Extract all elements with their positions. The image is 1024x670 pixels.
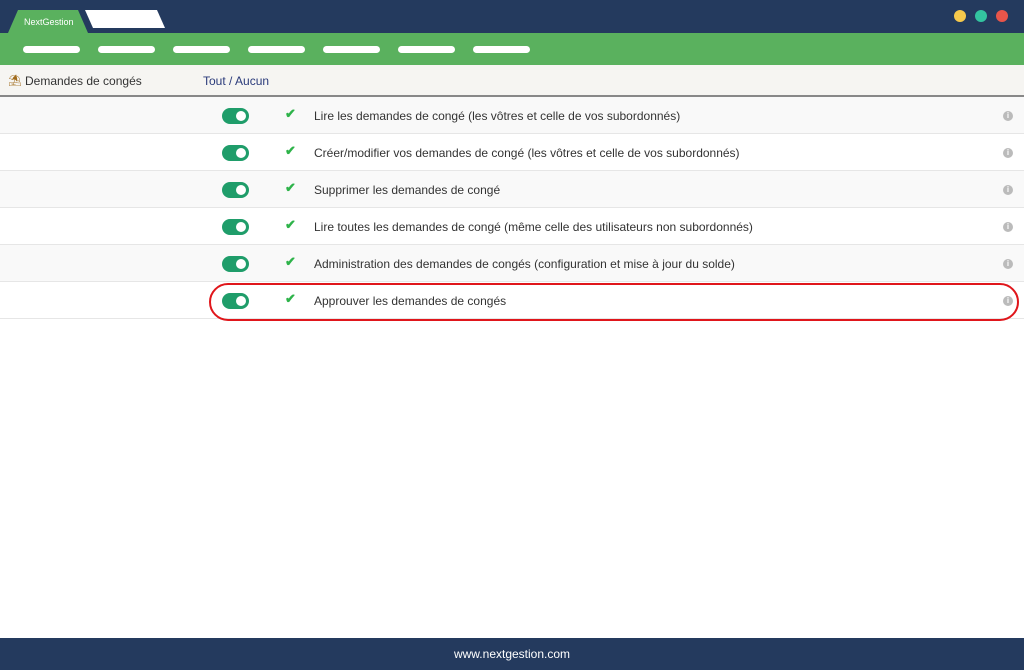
nav-item[interactable] (173, 46, 230, 53)
permission-row: ✔ Supprimer les demandes de congé i (0, 171, 1024, 208)
navbar (0, 33, 1024, 65)
minimize-dot[interactable] (954, 10, 966, 22)
permission-row: ✔ Créer/modifier vos demandes de congé (… (0, 134, 1024, 171)
permission-row: ✔ Lire toutes les demandes de congé (mêm… (0, 208, 1024, 245)
check-icon: ✔ (285, 143, 296, 158)
tab-nextgestion[interactable]: NextGestion (8, 10, 88, 33)
permission-toggle[interactable] (222, 256, 249, 272)
check-icon: ✔ (285, 180, 296, 195)
maximize-dot[interactable] (975, 10, 987, 22)
check-icon: ✔ (285, 254, 296, 269)
tab-blank[interactable] (85, 10, 165, 28)
beach-umbrella-icon: ⛱ (8, 75, 22, 87)
section-header: ⛱ Demandes de congés Tout / Aucun (0, 65, 1024, 97)
nav-item[interactable] (473, 46, 530, 53)
toggle-all-link[interactable]: Tout / Aucun (203, 74, 269, 88)
highlight-circle (209, 283, 1019, 321)
info-icon[interactable]: i (1003, 222, 1013, 232)
permission-label: Supprimer les demandes de congé (314, 183, 501, 197)
permission-label: Lire toutes les demandes de congé (même … (314, 220, 753, 234)
permission-row: ✔ Administration des demandes de congés … (0, 245, 1024, 282)
section-title: Demandes de congés (25, 74, 142, 88)
nav-item[interactable] (23, 46, 80, 53)
info-icon[interactable]: i (1003, 259, 1013, 269)
nav-item[interactable] (398, 46, 455, 53)
permission-row: ✔ Lire les demandes de congé (les vôtres… (0, 97, 1024, 134)
footer: www.nextgestion.com (0, 638, 1024, 670)
permission-label: Lire les demandes de congé (les vôtres e… (314, 109, 681, 123)
nav-item[interactable] (98, 46, 155, 53)
info-icon[interactable]: i (1003, 148, 1013, 158)
nav-item[interactable] (323, 46, 380, 53)
nav-item[interactable] (248, 46, 305, 53)
close-dot[interactable] (996, 10, 1008, 22)
window-titlebar: NextGestion (0, 0, 1024, 33)
permission-toggle[interactable] (222, 182, 249, 198)
info-icon[interactable]: i (1003, 185, 1013, 195)
permission-label: Administration des demandes de congés (c… (314, 257, 735, 271)
check-icon: ✔ (285, 217, 296, 232)
permission-toggle[interactable] (222, 219, 249, 235)
check-icon: ✔ (285, 106, 296, 121)
permission-toggle[interactable] (222, 108, 249, 124)
info-icon[interactable]: i (1003, 111, 1013, 121)
permission-toggle[interactable] (222, 145, 249, 161)
permission-label: Créer/modifier vos demandes de congé (le… (314, 146, 740, 160)
